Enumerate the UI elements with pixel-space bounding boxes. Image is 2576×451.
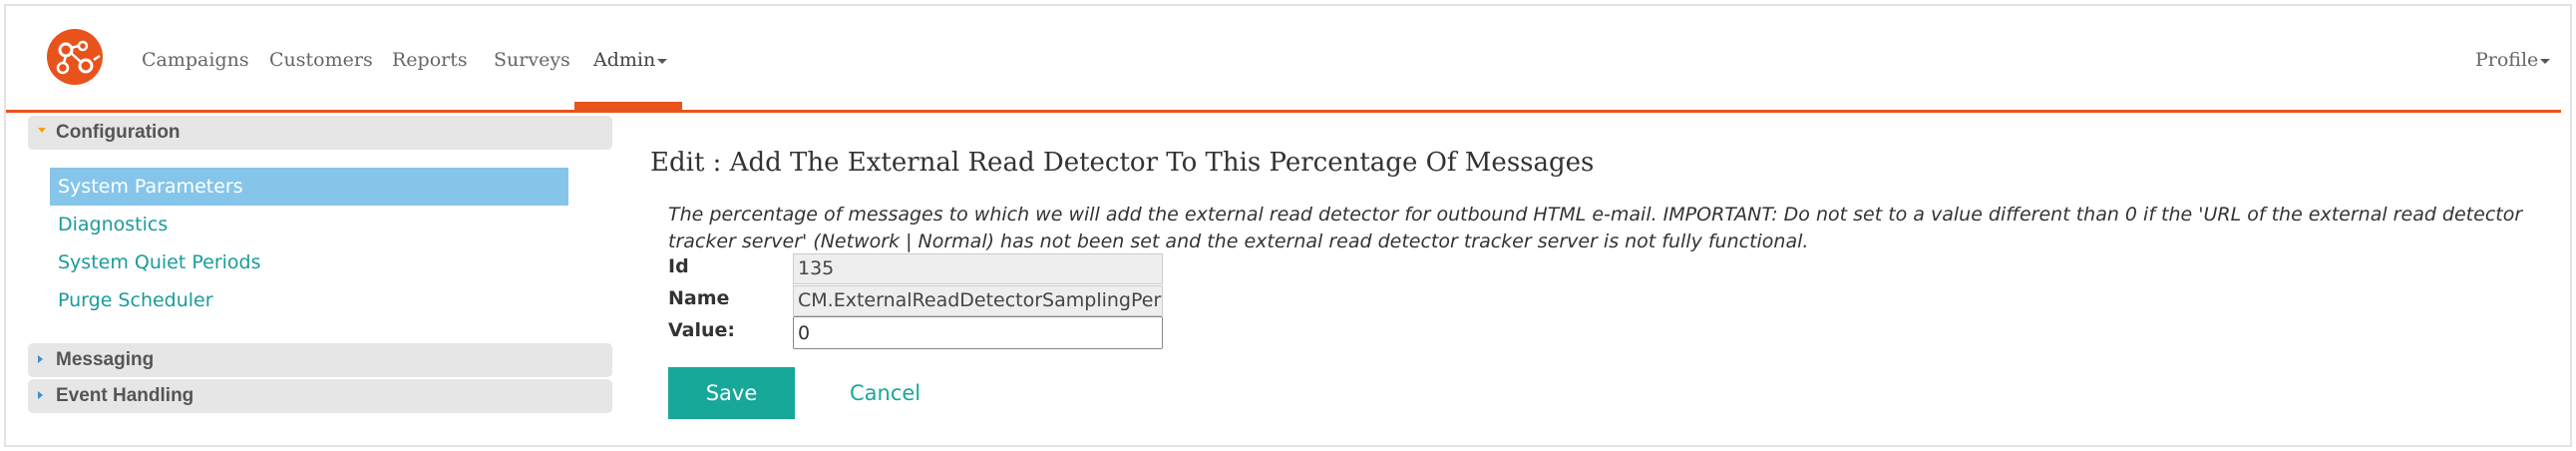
nav-customers[interactable]: Customers <box>269 42 373 78</box>
chevron-down-icon <box>2540 58 2551 64</box>
app-logo-icon[interactable] <box>46 28 104 86</box>
profile-label: Profile <box>2475 49 2539 71</box>
section-label: Messaging <box>56 349 155 370</box>
value-label: Value: <box>668 319 736 341</box>
id-field: 135 <box>793 253 1163 284</box>
caret-right-icon <box>38 355 43 363</box>
value-input[interactable] <box>793 316 1163 349</box>
sidebar-section-event-handling[interactable]: Event Handling <box>28 379 612 413</box>
sidebar-item-diagnostics[interactable]: Diagnostics <box>50 206 568 243</box>
profile-dropdown[interactable]: Profile <box>2475 42 2551 78</box>
caret-down-icon <box>38 128 46 133</box>
sidebar-section-configuration[interactable]: Configuration <box>28 116 612 150</box>
top-navbar: Campaigns Customers Reports Surveys Admi… <box>6 6 2561 113</box>
active-tab-indicator <box>574 102 682 110</box>
section-label: Configuration <box>56 122 181 143</box>
sidebar-item-system-quiet-periods[interactable]: System Quiet Periods <box>50 243 568 281</box>
nav-reports[interactable]: Reports <box>392 42 468 78</box>
sidebar-item-purge-scheduler[interactable]: Purge Scheduler <box>50 281 568 319</box>
page-title: Edit : Add The External Read Detector To… <box>650 148 1595 178</box>
sidebar-item-system-parameters[interactable]: System Parameters <box>50 168 568 206</box>
parameter-description: The percentage of messages to which we w… <box>668 204 2523 252</box>
caret-right-icon <box>38 391 43 399</box>
nav-admin-label: Admin <box>593 49 656 71</box>
section-label: Event Handling <box>56 385 194 406</box>
nav-campaigns[interactable]: Campaigns <box>142 42 249 78</box>
chevron-down-icon <box>657 58 668 64</box>
app-frame: Campaigns Customers Reports Surveys Admi… <box>4 4 2572 447</box>
nav-admin-dropdown[interactable]: Admin <box>593 42 668 78</box>
save-button[interactable]: Save <box>668 367 795 419</box>
id-label: Id <box>668 255 689 277</box>
sidebar-section-messaging[interactable]: Messaging <box>28 343 612 377</box>
name-label: Name <box>668 287 730 309</box>
nav-surveys[interactable]: Surveys <box>494 42 570 78</box>
cancel-button[interactable]: Cancel <box>850 367 920 419</box>
name-field: CM.ExternalReadDetectorSamplingPercentag… <box>793 285 1163 316</box>
